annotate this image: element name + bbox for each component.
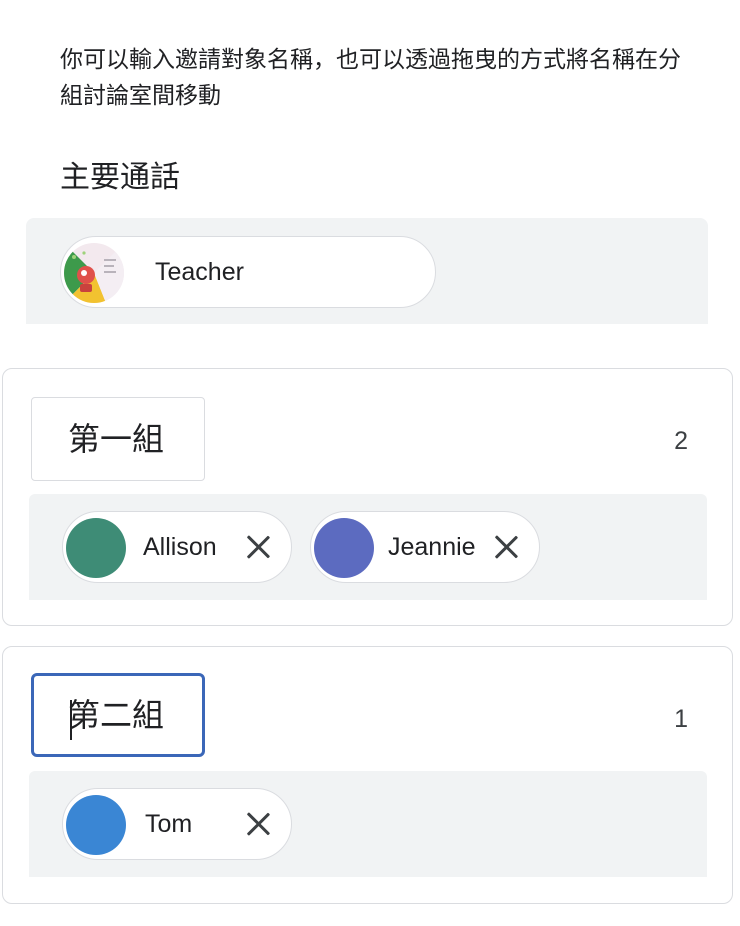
participant-chip-allison[interactable]: Allison: [62, 511, 292, 583]
chip-name: Allison: [143, 533, 217, 561]
tom-avatar: [66, 795, 126, 855]
close-icon[interactable]: [245, 811, 271, 837]
room-name-input[interactable]: 第二組: [31, 673, 205, 757]
room-name-input[interactable]: 第一組: [31, 397, 205, 481]
close-icon[interactable]: [245, 534, 271, 560]
close-icon[interactable]: [493, 534, 519, 560]
teacher-avatar-image: [64, 243, 124, 303]
instructions-text: 你可以輸入邀請對象名稱，也可以透過拖曳的方式將名稱在分組討論室間移動: [60, 47, 681, 109]
allison-avatar: [66, 518, 126, 578]
room-name-text: 第二組: [68, 696, 165, 734]
main-call-title: 主要通話: [60, 160, 180, 195]
jeannie-avatar: [314, 518, 374, 578]
text-caret: [70, 700, 72, 740]
main-call-dropzone[interactable]: Teacher: [26, 218, 708, 324]
teacher-avatar: [64, 243, 124, 303]
chip-name: Jeannie: [388, 533, 476, 561]
breakout-room-card: 第二組 1 Tom: [2, 646, 733, 904]
room-participant-count: 2: [674, 427, 688, 455]
participant-chip-jeannie[interactable]: Jeannie: [310, 511, 540, 583]
chip-name: Teacher: [155, 258, 244, 286]
room-participant-count: 1: [674, 705, 688, 733]
breakout-room-card: 第一組 2 Allison Jeannie: [2, 368, 733, 626]
room-dropzone[interactable]: Allison Jeannie: [29, 494, 707, 600]
participant-chip-teacher[interactable]: Teacher: [60, 236, 436, 308]
participant-chip-tom[interactable]: Tom: [62, 788, 292, 860]
room-dropzone[interactable]: Tom: [29, 771, 707, 877]
chip-name: Tom: [145, 810, 193, 838]
